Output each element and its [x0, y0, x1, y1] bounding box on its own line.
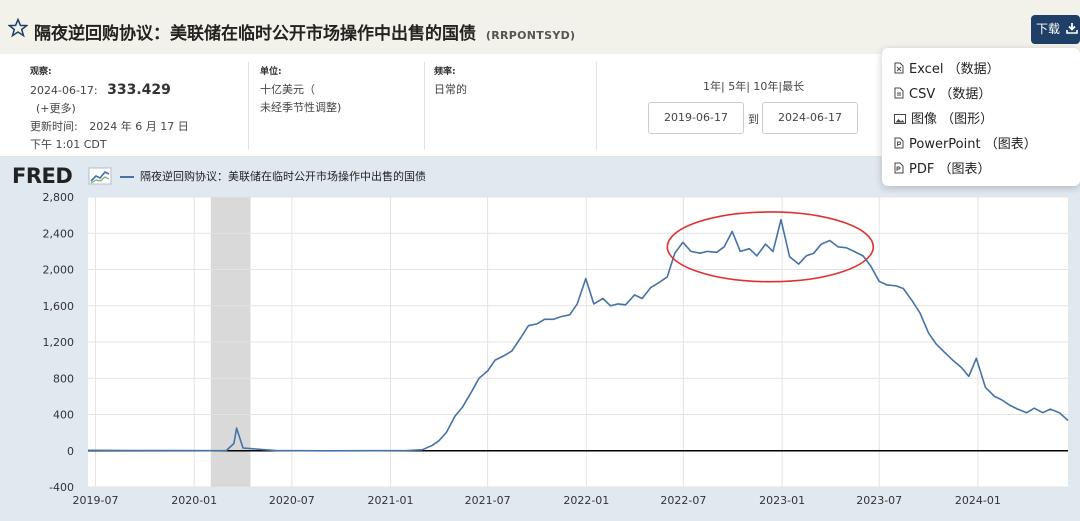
x-tick-label: 2022-01 — [563, 494, 609, 507]
file-icon — [894, 137, 904, 149]
file-icon — [894, 87, 904, 99]
x-tick-label: 2024-01 — [955, 494, 1001, 507]
download-csv[interactable]: CSV （数据） — [894, 83, 991, 105]
download-label: 下载 — [1036, 22, 1061, 36]
download-image[interactable]: 图像 （图形） — [894, 108, 993, 130]
download-icon — [1066, 23, 1078, 34]
y-tick-label: 1,600 — [43, 300, 75, 313]
chart-svg[interactable]: -400 0 400 800 1,200 1,600 2,000 2,400 2,800 2019… — [0, 157, 1080, 521]
fred-logo: FRED — [12, 164, 73, 188]
observation-block: 观察: 2024-06-17: 333.429 (+更多) 更新时间: 2024… — [30, 64, 189, 154]
start-date-input[interactable]: 2019-06-17 — [648, 102, 744, 134]
y-tick-label: 2,800 — [43, 191, 75, 204]
end-date-input[interactable]: 2024-06-17 — [762, 102, 858, 134]
updated-date: 2024 年 6 月 17 日 — [89, 120, 189, 133]
download-button[interactable]: 下载 — [1031, 15, 1080, 44]
x-tick-label: 2023-07 — [856, 494, 902, 507]
units-label: 单位: — [260, 67, 282, 77]
date-to-label: 到 — [748, 113, 759, 126]
file-icon — [894, 162, 904, 174]
divider — [248, 62, 249, 150]
x-tick-label: 2019-07 — [73, 494, 119, 507]
observation-label: 观察: — [30, 67, 52, 77]
download-pdf[interactable]: PDF （图表） — [894, 158, 990, 180]
y-tick-label: 800 — [53, 372, 74, 385]
y-tick-label: -400 — [49, 481, 74, 494]
observation-value: 333.429 — [107, 82, 171, 98]
range-links[interactable]: 1年| 5年| 10年|最长 — [703, 78, 804, 94]
download-menu: Excel （数据） CSV （数据） 图像 （图形） PowerPoint （… — [882, 48, 1080, 186]
updated-time: 下午 1:01 CDT — [30, 138, 107, 151]
x-tick-label: 2021-01 — [368, 494, 414, 507]
legend-swatch — [120, 176, 134, 178]
y-tick-label: 2,400 — [43, 227, 75, 240]
observation-date: 2024-06-17: — [30, 84, 98, 97]
page-title: 隔夜逆回购协议：美联储在临时公开市场操作中出售的国债 (RRPONTSYD) — [34, 19, 575, 44]
x-tick-label: 2022-07 — [660, 494, 706, 507]
y-tick-label: 400 — [53, 409, 74, 422]
file-icon — [894, 62, 904, 74]
legend-label: 隔夜逆回购协议：美联储在临时公开市场操作中出售的国债 — [140, 170, 426, 183]
y-tick-label: 2,000 — [43, 264, 75, 277]
units-line2: 未经季节性调整) — [260, 101, 342, 114]
frequency-block: 频率: 日常的 — [434, 64, 467, 99]
divider — [596, 62, 597, 150]
divider — [424, 62, 425, 150]
x-tick-label: 2020-01 — [171, 494, 217, 507]
updated-label: 更新时间: — [30, 120, 78, 133]
x-tick-label: 2023-01 — [759, 494, 805, 507]
series-title: 隔夜逆回购协议：美联储在临时公开市场操作中出售的国债 — [34, 24, 476, 44]
download-powerpoint[interactable]: PowerPoint （图表） — [894, 133, 1037, 155]
units-line1: 十亿美元（ — [260, 83, 315, 96]
fred-chart-icon — [88, 167, 112, 185]
units-block: 单位: 十亿美元（ 未经季节性调整) — [260, 64, 341, 117]
chart-area: -400 0 400 800 1,200 1,600 2,000 2,400 2,800 2019… — [0, 157, 1080, 521]
series-id: (RRPONTSYD) — [485, 29, 576, 42]
x-tick-label: 2020-07 — [269, 494, 315, 507]
more-link[interactable]: (+更多) — [30, 100, 189, 118]
x-tick-label: 2021-07 — [465, 494, 511, 507]
frequency-value: 日常的 — [434, 83, 467, 96]
image-icon — [894, 114, 906, 124]
frequency-label: 频率: — [434, 67, 456, 77]
title-bar: 隔夜逆回购协议：美联储在临时公开市场操作中出售的国债 (RRPONTSYD) 下… — [0, 0, 1080, 54]
y-tick-label: 1,200 — [43, 336, 75, 349]
star-icon[interactable] — [8, 18, 28, 38]
y-tick-label: 0 — [67, 445, 74, 458]
download-excel[interactable]: Excel （数据） — [894, 58, 1000, 80]
